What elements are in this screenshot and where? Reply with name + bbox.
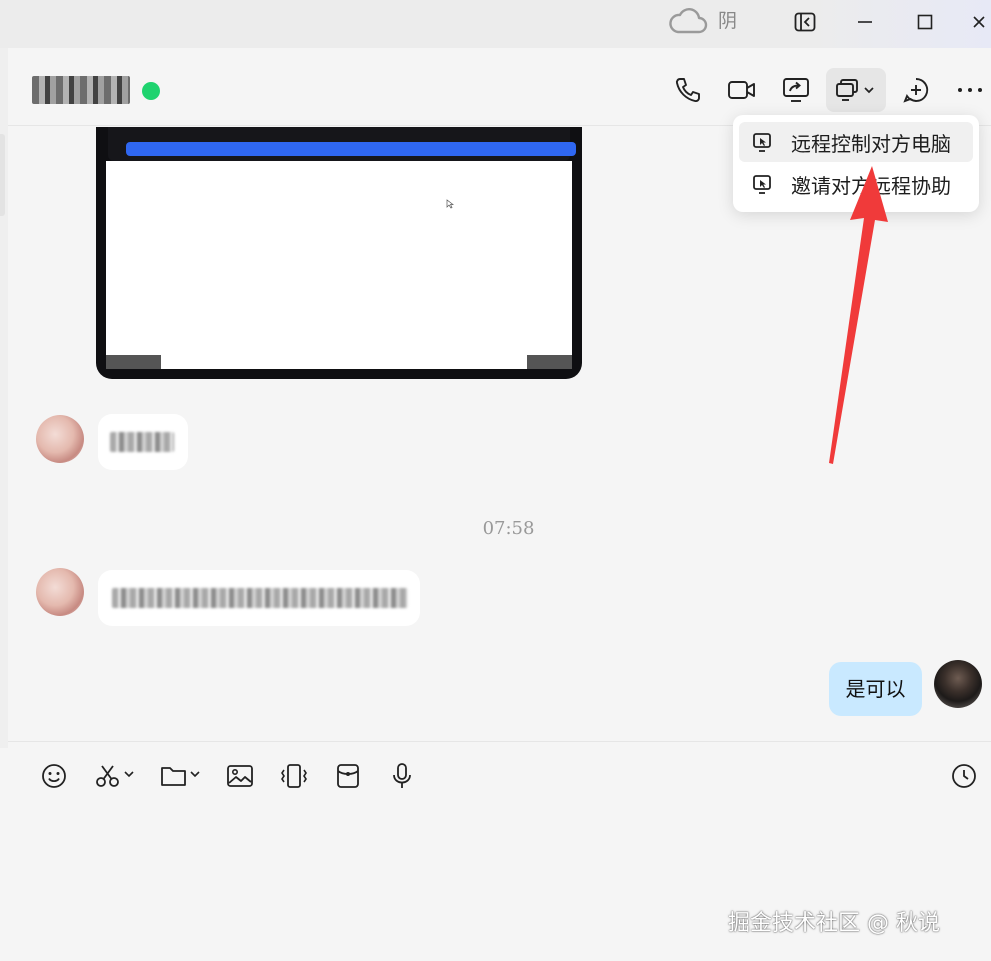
red-packet-icon bbox=[335, 763, 361, 789]
left-edge-handle[interactable] bbox=[0, 134, 5, 216]
close-window-button[interactable] bbox=[966, 7, 991, 37]
menu-item-label: 远程控制对方电脑 bbox=[791, 131, 951, 156]
voice-call-button[interactable] bbox=[668, 68, 708, 112]
image-stats-right bbox=[527, 355, 572, 369]
message-timestamp: 07:58 bbox=[482, 518, 535, 539]
sidebar-toggle-icon bbox=[794, 12, 816, 32]
redacted-message-text bbox=[110, 432, 174, 452]
contact-avatar[interactable] bbox=[36, 415, 84, 463]
annotation-arrow-icon bbox=[829, 166, 888, 464]
close-icon bbox=[971, 14, 987, 30]
sidebar-toggle-button[interactable] bbox=[788, 7, 822, 37]
video-icon bbox=[727, 78, 757, 102]
share-screen-button[interactable] bbox=[776, 68, 816, 112]
outgoing-message-bubble[interactable]: 是可以 bbox=[829, 662, 922, 716]
remote-assist-icon bbox=[751, 172, 775, 196]
file-button[interactable] bbox=[158, 758, 204, 794]
add-chat-button[interactable] bbox=[896, 68, 936, 112]
watermark: 掘金技术社区 @ 秋说 bbox=[728, 911, 940, 936]
phone-icon bbox=[674, 76, 702, 104]
image-inner-button bbox=[126, 142, 576, 156]
image-stats-left bbox=[106, 355, 161, 369]
cloud-icon bbox=[668, 6, 708, 36]
remote-control-icon bbox=[751, 130, 775, 154]
my-avatar[interactable] bbox=[934, 660, 982, 708]
title-bar-glow bbox=[811, 0, 991, 48]
contact-name-redacted[interactable] bbox=[32, 76, 130, 104]
scissors-icon bbox=[93, 763, 137, 789]
menu-item-remote-control[interactable]: 远程控制对方电脑 bbox=[739, 122, 973, 162]
more-icon bbox=[957, 86, 983, 94]
chat-history-button[interactable] bbox=[946, 758, 982, 794]
screenshot-button[interactable] bbox=[92, 758, 138, 794]
image-panel bbox=[108, 127, 576, 161]
image-button[interactable] bbox=[222, 758, 258, 794]
voice-message-button[interactable] bbox=[384, 758, 420, 794]
contact-avatar[interactable] bbox=[36, 568, 84, 616]
minimize-icon bbox=[857, 14, 873, 30]
redacted-message-text bbox=[112, 588, 408, 608]
remote-screen-icon bbox=[832, 76, 880, 104]
red-packet-button[interactable] bbox=[330, 758, 366, 794]
emoji-button[interactable] bbox=[36, 758, 72, 794]
more-options-button[interactable] bbox=[950, 68, 990, 112]
emoji-icon bbox=[41, 763, 67, 789]
history-clock-icon bbox=[951, 763, 977, 789]
incoming-message-bubble[interactable] bbox=[98, 570, 420, 626]
remote-screen-menu-button[interactable] bbox=[826, 68, 886, 112]
shake-icon bbox=[279, 763, 309, 789]
add-chat-icon bbox=[902, 76, 930, 104]
shake-button[interactable] bbox=[276, 758, 312, 794]
image-canvas bbox=[106, 161, 572, 369]
incoming-message-bubble[interactable] bbox=[98, 414, 188, 470]
weather-label: 阴 bbox=[718, 10, 738, 32]
minimize-button[interactable] bbox=[848, 7, 882, 37]
maximize-icon bbox=[917, 14, 933, 30]
share-screen-icon bbox=[782, 77, 810, 103]
maximize-button[interactable] bbox=[908, 7, 942, 37]
image-icon bbox=[226, 764, 254, 788]
cursor-icon bbox=[446, 199, 454, 209]
microphone-icon bbox=[391, 762, 413, 790]
image-message[interactable] bbox=[96, 127, 582, 379]
video-call-button[interactable] bbox=[722, 68, 762, 112]
online-status-dot bbox=[142, 82, 160, 100]
folder-icon bbox=[159, 763, 203, 789]
